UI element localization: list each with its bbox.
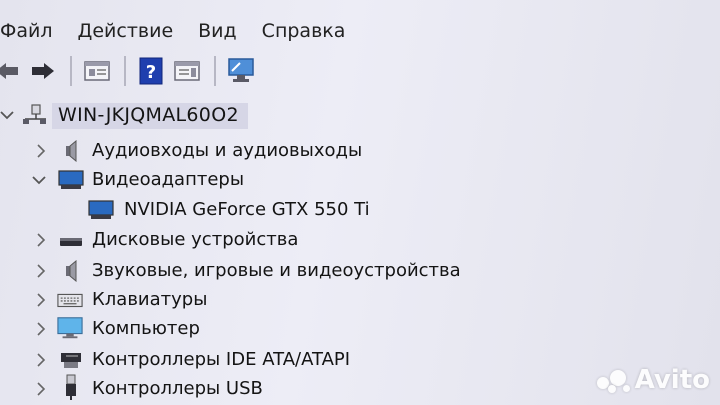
avito-watermark: Avito (596, 365, 710, 395)
display-adapter-icon (88, 199, 114, 221)
chevron-down-icon[interactable] (0, 106, 16, 124)
tree-root[interactable]: WIN-JKJQMAL60O2 (0, 100, 720, 130)
disk-drive-icon (58, 229, 84, 251)
tree-item-label: Аудиовходы и аудиовыходы (92, 140, 363, 161)
chevron-right-icon[interactable] (32, 262, 50, 280)
tree-item-label: Дисковые устройства (92, 229, 299, 250)
menu-bar: Файл Действие Вид Справка (0, 0, 720, 52)
ide-controller-icon (58, 349, 84, 371)
tree-item-sound-video-game[interactable]: Звуковые, игровые и видеоустройства (0, 256, 720, 286)
help-button[interactable]: ? (136, 56, 166, 86)
menu-view[interactable]: Вид (198, 20, 237, 42)
chevron-down-icon[interactable] (30, 171, 48, 189)
speaker-icon (58, 140, 84, 162)
properties-button[interactable] (82, 56, 112, 86)
chevron-right-icon[interactable] (32, 320, 50, 338)
tree-item-label: Контроллеры IDE ATA/ATAPI (92, 349, 351, 370)
tree-item-label: Компьютер (92, 318, 200, 339)
menu-file[interactable]: Файл (0, 20, 53, 42)
tree-item-label: Видеоадаптеры (92, 169, 245, 190)
tree-item-audio-io[interactable]: Аудиовходы и аудиовыходы (0, 136, 720, 166)
tree-item-display-adapters[interactable]: Видеоадаптеры (0, 165, 720, 195)
tree-item-keyboards[interactable]: Клавиатуры (0, 285, 720, 315)
tree-item-computer[interactable]: Компьютер (0, 314, 720, 344)
action-pane-button[interactable] (172, 56, 202, 86)
tree-item-nvidia-gpu[interactable]: NVIDIA GeForce GTX 550 Ti (0, 195, 720, 225)
keyboard-icon (57, 289, 83, 311)
avito-logo-icon (596, 367, 631, 393)
toolbar-separator (214, 56, 216, 86)
computer-name: WIN-JKJQMAL60O2 (58, 104, 239, 126)
back-button[interactable] (0, 56, 22, 86)
chevron-right-icon[interactable] (32, 142, 50, 160)
tree-item-label: Клавиатуры (92, 289, 208, 310)
computer-icon (57, 317, 83, 339)
menu-action[interactable]: Действие (78, 20, 174, 42)
action-pane-icon (174, 61, 200, 81)
chevron-right-icon[interactable] (32, 291, 50, 309)
chevron-right-icon[interactable] (32, 380, 50, 398)
toolbar-separator (70, 56, 72, 86)
display-adapter-icon (58, 169, 84, 191)
tree-item-disk-drives[interactable]: Дисковые устройства (0, 225, 720, 255)
toolbar: ? (0, 52, 720, 90)
chevron-right-icon[interactable] (32, 351, 50, 369)
speaker-icon (58, 260, 84, 282)
back-arrow-icon (0, 63, 18, 79)
scan-hardware-button[interactable] (226, 56, 256, 86)
computer-network-icon (22, 104, 48, 126)
forward-arrow-icon (32, 63, 54, 79)
menu-help[interactable]: Справка (262, 20, 346, 42)
toolbar-separator (124, 56, 126, 86)
tree-item-label: Контроллеры USB (92, 378, 263, 399)
forward-button[interactable] (28, 56, 58, 86)
tree-item-label: NVIDIA GeForce GTX 550 Ti (124, 199, 370, 220)
properties-icon (84, 61, 110, 81)
help-icon: ? (139, 57, 163, 85)
svg-text:?: ? (146, 62, 156, 83)
chevron-right-icon[interactable] (32, 231, 50, 249)
usb-icon (58, 374, 84, 400)
monitor-scan-icon (228, 58, 254, 82)
tree-item-label: Звуковые, игровые и видеоустройства (92, 260, 461, 281)
avito-watermark-text: Avito (634, 365, 710, 395)
